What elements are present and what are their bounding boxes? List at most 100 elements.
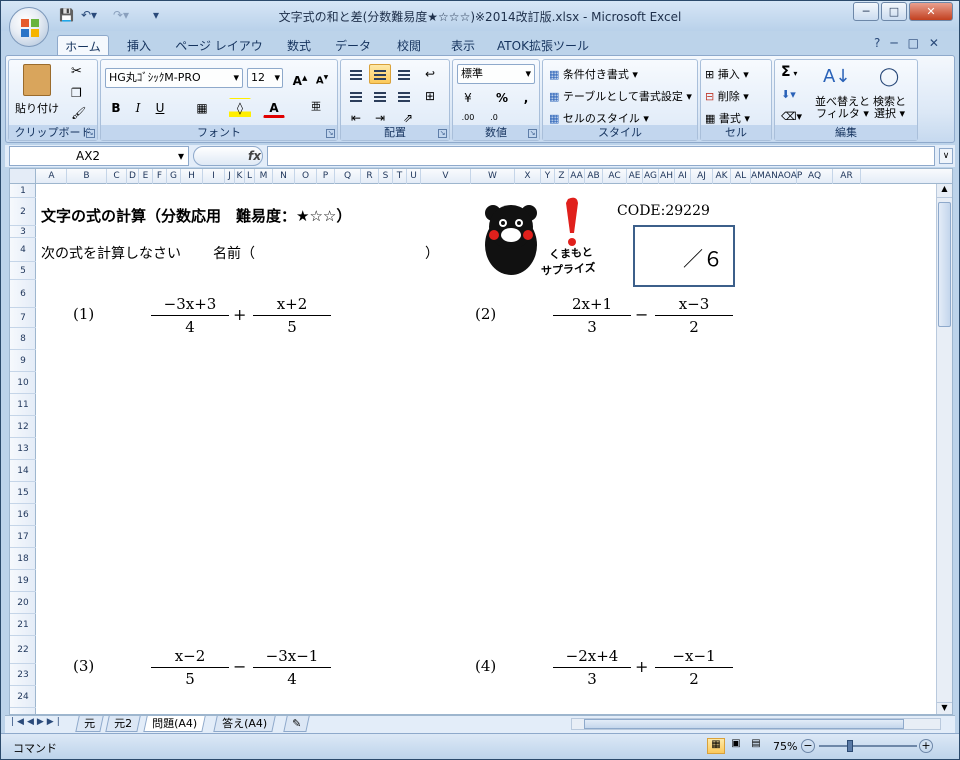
page-break-view-icon[interactable]: ▤	[747, 738, 765, 754]
column-header[interactable]: Y	[541, 169, 555, 184]
tab-view[interactable]: 表示	[441, 35, 485, 55]
paste-icon[interactable]	[23, 64, 51, 96]
column-header[interactable]: O	[295, 169, 317, 184]
zoom-in-icon[interactable]: +	[919, 739, 933, 753]
column-header[interactable]: W	[471, 169, 515, 184]
scroll-up-icon[interactable]: ▲	[937, 184, 952, 198]
column-header[interactable]: Q	[335, 169, 361, 184]
sheet-tab-3[interactable]: 答え(A4)	[213, 716, 276, 732]
maximize-button[interactable]: □	[881, 2, 907, 21]
column-header[interactable]: AR	[833, 169, 861, 184]
row-header[interactable]: 2	[10, 198, 36, 226]
row-header[interactable]: 15	[10, 482, 36, 504]
row-header[interactable]: 18	[10, 548, 36, 570]
number-launcher-icon[interactable]: ↘	[528, 129, 537, 138]
column-header[interactable]: AK	[713, 169, 731, 184]
grow-font-button[interactable]: A▲	[289, 68, 311, 88]
tab-insert[interactable]: 挿入	[117, 35, 161, 55]
format-cells-button[interactable]: ▦ 書式 ▾	[705, 110, 750, 126]
sheet-tab-0[interactable]: 元	[75, 716, 104, 732]
align-left-icon[interactable]	[345, 86, 367, 106]
column-header[interactable]: P	[317, 169, 335, 184]
find-binoculars-icon[interactable]: ◯	[879, 66, 899, 87]
close-button[interactable]: ✕	[909, 2, 953, 21]
column-header[interactable]: K	[235, 169, 245, 184]
row-header[interactable]: 6	[10, 280, 36, 308]
row-header[interactable]: 10	[10, 372, 36, 394]
column-header[interactable]: AQ	[797, 169, 833, 184]
font-launcher-icon[interactable]: ↘	[326, 129, 335, 138]
tab-formulas[interactable]: 数式	[277, 35, 321, 55]
select-all-corner[interactable]	[10, 169, 36, 184]
zoom-slider[interactable]	[819, 745, 917, 747]
page-layout-view-icon[interactable]: ▣	[727, 738, 745, 754]
sheet-nav-icons[interactable]: |◀◀▶▶|	[11, 717, 63, 727]
align-top-icon[interactable]	[345, 64, 367, 84]
tab-page-layout[interactable]: ページ レイアウト	[171, 35, 267, 70]
sheet-tab-2[interactable]: 問題(A4)	[143, 716, 206, 732]
formula-input[interactable]	[267, 146, 935, 166]
tab-review[interactable]: 校閲	[387, 35, 431, 55]
bold-button[interactable]: B	[105, 98, 127, 118]
column-header[interactable]: G	[167, 169, 181, 184]
column-header[interactable]: Z	[555, 169, 569, 184]
column-header[interactable]: L	[245, 169, 255, 184]
column-header[interactable]: AL	[731, 169, 751, 184]
row-header[interactable]: 7	[10, 308, 36, 328]
horizontal-scroll-thumb[interactable]	[584, 719, 904, 729]
row-header[interactable]: 4	[10, 238, 36, 262]
column-header[interactable]: F	[153, 169, 167, 184]
horizontal-scrollbar[interactable]	[571, 718, 941, 730]
row-header[interactable]: 8	[10, 328, 36, 350]
sort-filter-icon[interactable]: A↓	[823, 66, 850, 87]
tab-data[interactable]: データ	[331, 35, 375, 55]
column-header[interactable]: AB	[585, 169, 603, 184]
column-header[interactable]: C	[107, 169, 127, 184]
row-header[interactable]: 24	[10, 686, 36, 708]
column-header[interactable]: R	[361, 169, 379, 184]
column-header[interactable]: AMANAOAP	[751, 169, 802, 184]
row-header[interactable]: 22	[10, 636, 36, 664]
currency-icon[interactable]: ¥	[457, 88, 479, 108]
find-select-button[interactable]: 検索と 選択 ▾	[873, 96, 906, 120]
column-header[interactable]: X	[515, 169, 541, 184]
vertical-scrollbar[interactable]: ▲ ▼	[936, 184, 952, 714]
row-header[interactable]: 1	[10, 184, 36, 198]
column-header[interactable]: V	[421, 169, 471, 184]
row-header[interactable]: 19	[10, 570, 36, 592]
column-header[interactable]: AH	[659, 169, 675, 184]
zoom-out-icon[interactable]: −	[801, 739, 815, 753]
sheet-tab-1[interactable]: 元2	[105, 716, 141, 732]
phonetic-icon[interactable]: 亜	[305, 98, 327, 118]
ribbon-window-controls[interactable]: ?─□✕	[874, 36, 949, 50]
column-header[interactable]: S	[379, 169, 393, 184]
paste-button[interactable]: 貼り付け	[15, 100, 59, 116]
comma-button[interactable]: ,	[515, 88, 537, 108]
copy-icon[interactable]: ❐	[71, 86, 82, 100]
column-header[interactable]: AJ	[691, 169, 713, 184]
column-header[interactable]: U	[407, 169, 421, 184]
borders-icon[interactable]: ▦	[191, 98, 213, 118]
shrink-font-button[interactable]: A▼	[311, 68, 333, 88]
column-header[interactable]: M	[255, 169, 273, 184]
column-header[interactable]: AE	[627, 169, 643, 184]
column-header[interactable]: H	[181, 169, 203, 184]
row-header[interactable]: 13	[10, 438, 36, 460]
fill-color-icon[interactable]: ◊	[229, 98, 251, 118]
insert-sheet-icon[interactable]: ✎	[283, 716, 310, 732]
vertical-scroll-thumb[interactable]	[938, 202, 951, 327]
merge-center-icon[interactable]: ⊞	[419, 86, 441, 106]
row-header[interactable]: 23	[10, 664, 36, 686]
column-header[interactable]: A	[37, 169, 67, 184]
sort-filter-button[interactable]: 並べ替えと フィルタ ▾	[815, 96, 870, 120]
scroll-down-icon[interactable]: ▼	[937, 702, 952, 714]
cell-styles-button[interactable]: ▦ セルのスタイル ▾	[549, 110, 649, 126]
row-header[interactable]: 21	[10, 614, 36, 636]
row-header[interactable]: 17	[10, 526, 36, 548]
insert-function-button[interactable]: fx	[193, 146, 263, 166]
column-header[interactable]: N	[273, 169, 295, 184]
row-header[interactable]: 12	[10, 416, 36, 438]
column-header[interactable]: AC	[603, 169, 627, 184]
row-header[interactable]: 11	[10, 394, 36, 416]
insert-cells-button[interactable]: ⊞ 挿入 ▾	[705, 66, 749, 82]
